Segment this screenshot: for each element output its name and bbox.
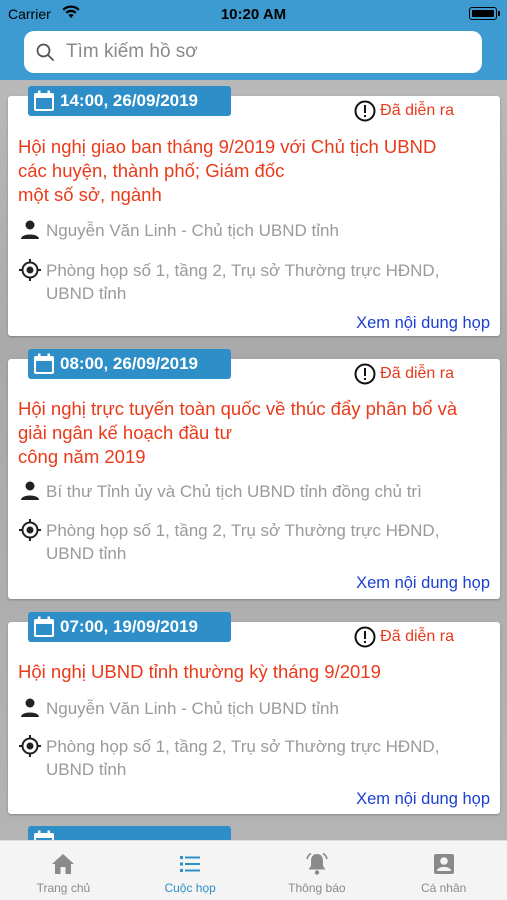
meeting-title[interactable]: Hội nghị trực tuyến toàn quốc về thúc đẩ… [18, 397, 488, 469]
location-target-icon [19, 259, 41, 281]
battery-icon [469, 7, 500, 20]
list-icon [180, 856, 201, 872]
meeting-status: Đã diễn ra [354, 626, 454, 648]
meeting-title[interactable]: Hội nghị UBND tỉnh thường kỳ tháng 9/201… [18, 660, 488, 684]
home-icon [52, 854, 75, 874]
status-bar: Carrier 10:20 AM [0, 0, 507, 28]
meeting-card[interactable]: Đã diễn ra Hội nghị UBND tỉnh thường kỳ … [8, 622, 500, 814]
meeting-date-tag [28, 826, 231, 840]
person-icon [21, 698, 39, 717]
clock: 10:20 AM [220, 6, 287, 23]
meeting-location: Phòng họp số 1, tầng 2, Trụ sở Thường tr… [18, 518, 488, 565]
meeting-title[interactable]: Hội nghị giao ban tháng 9/2019 với Chủ t… [18, 135, 488, 207]
view-meeting-content-link[interactable]: Xem nội dung họp [356, 790, 490, 809]
meeting-card[interactable]: Đã diễn ra Hội nghị giao ban tháng 9/201… [8, 96, 500, 336]
view-meeting-content-link[interactable]: Xem nội dung họp [356, 574, 490, 593]
search-icon [36, 43, 54, 61]
tab-home[interactable]: Trang chủ [0, 841, 127, 900]
tab-meetings[interactable]: Cuộc họp [127, 841, 254, 900]
person-icon [21, 220, 39, 239]
tab-notifications[interactable]: Thông báo [254, 841, 381, 900]
meeting-date-tag: 08:00, 26/09/2019 [28, 349, 231, 379]
alert-icon [354, 100, 376, 122]
search-header [0, 28, 507, 80]
location-target-icon [19, 735, 41, 757]
meeting-status: Đã diễn ra [354, 100, 454, 122]
calendar-icon [34, 616, 54, 637]
meeting-status: Đã diễn ra [354, 363, 454, 385]
location-target-icon [19, 519, 41, 541]
meeting-date-tag: 07:00, 19/09/2019 [28, 612, 231, 642]
meeting-location: Phòng họp số 1, tầng 2, Trụ sở Thường tr… [18, 258, 488, 305]
view-meeting-content-link[interactable]: Xem nội dung họp [356, 314, 490, 333]
person-icon [21, 481, 39, 500]
meeting-date-tag: 14:00, 26/09/2019 [28, 86, 231, 116]
profile-icon [433, 854, 454, 874]
search-input[interactable] [66, 41, 466, 63]
calendar-icon [34, 90, 54, 111]
meeting-chair: Nguyễn Văn Linh - Chủ tịch UBND tỉnh [18, 218, 488, 242]
tab-bar: Trang chủ Cuộc họp Thông báo Cá nhân [0, 840, 507, 900]
bell-icon [306, 852, 328, 875]
calendar-icon [34, 353, 54, 374]
search-box[interactable] [24, 31, 482, 73]
meeting-chair: Nguyễn Văn Linh - Chủ tịch UBND tỉnh [18, 696, 488, 720]
calendar-icon [34, 830, 54, 840]
meeting-card[interactable]: Đã diễn ra Hội nghị trực tuyến toàn quốc… [8, 359, 500, 599]
tab-profile[interactable]: Cá nhân [380, 841, 507, 900]
meeting-chair: Bí thư Tỉnh ủy và Chủ tịch UBND tỉnh đồn… [18, 479, 488, 503]
meeting-list[interactable]: Đã diễn ra Hội nghị giao ban tháng 9/201… [0, 84, 507, 840]
alert-icon [354, 626, 376, 648]
alert-icon [354, 363, 376, 385]
meeting-location: Phòng họp số 1, tầng 2, Trụ sở Thường tr… [18, 734, 488, 781]
